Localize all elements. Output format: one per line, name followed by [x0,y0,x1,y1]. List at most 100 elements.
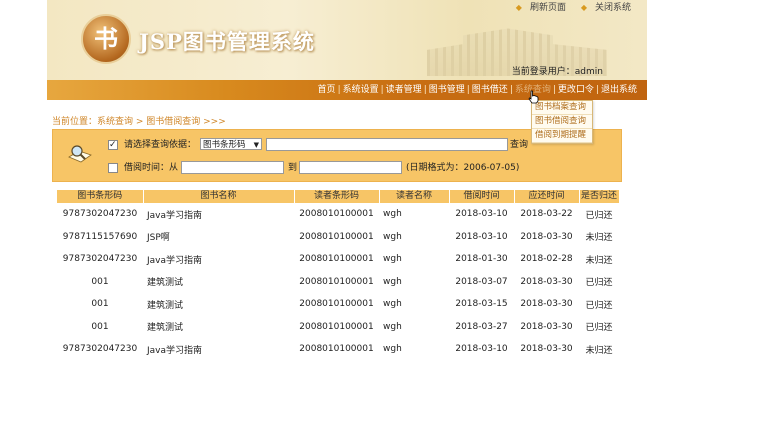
cell-reader-name: wgh [383,276,402,287]
cell-due-date: 2018-03-30 [520,344,573,355]
borrow-records-table: 图书条形码 图书名称 读者条形码 读者名称 借阅时间 应还时间 是否归还 978… [57,190,620,361]
menu-item-due-reminder[interactable]: 借阅到期提醒 [532,129,592,143]
cell-book-barcode: 001 [91,321,109,332]
cell-reader-name: wgh [383,254,402,265]
cell-reader-name: wgh [383,231,402,242]
cell-book-name: Java学习指南 [147,345,203,356]
query-keyword-input[interactable] [266,138,508,151]
table-row: 9787302047230 Java学习指南 2008010100001 wgh… [57,338,619,361]
top-links: ◆ 刷新页面 ◆ 关闭系统 [504,0,631,13]
nav-logout[interactable]: 退出系统 [601,85,637,95]
cell-due-date: 2018-03-30 [520,299,573,310]
nav-home[interactable]: 首页 [318,85,336,95]
table-row: 001 建筑测试 2008010100001 wgh 2018-03-15 20… [57,293,619,316]
app-title: JSP图书管理系统 [139,29,315,54]
cell-reader-name: wgh [383,209,402,220]
menu-item-book-archive-query[interactable]: 图书档案查询 [532,101,592,115]
cell-borrow-date: 2018-03-15 [455,299,508,310]
cell-reader-barcode: 2008010100001 [299,344,374,355]
breadcrumb: 当前位置：系统查询 > 图书借阅查询 >>> [52,117,226,127]
cell-reader-name: wgh [383,321,402,332]
nav-reader-management[interactable]: 读者管理 [386,85,422,95]
table-row: 001 建筑测试 2008010100001 wgh 2018-03-27 20… [57,316,619,339]
cell-borrow-date: 2018-03-07 [455,276,508,287]
cell-reader-name: wgh [383,344,402,355]
col-header-returned: 是否归还 [579,190,620,203]
magnifier-book-icon [67,143,93,168]
table-row: 9787115157690 JSP啊 2008010100001 wgh 201… [57,226,619,249]
col-header-book-name: 图书名称 [143,190,295,203]
cell-book-barcode: 001 [91,299,109,310]
cell-returned: 已归还 [585,278,613,289]
cell-reader-name: wgh [383,299,402,310]
cell-book-barcode: 9787115157690 [62,231,138,242]
cell-due-date: 2018-03-30 [520,321,573,332]
nav-system-settings[interactable]: 系统设置 [343,85,379,95]
nav-book-management[interactable]: 图书管理 [429,85,465,95]
hand-cursor-icon [528,90,539,107]
table-row: 9787302047230 Java学习指南 2008010100001 wgh… [57,248,619,271]
cell-book-barcode: 001 [91,276,109,287]
cell-reader-barcode: 2008010100001 [299,321,374,332]
col-header-borrow-date: 借阅时间 [449,190,515,203]
cell-book-name: JSP啊 [147,233,170,244]
cell-book-name: 建筑测试 [147,323,184,334]
cell-returned: 已归还 [585,300,613,311]
menu-item-book-borrow-query[interactable]: 图书借阅查询 [532,115,592,129]
to-label: 到 [288,163,298,173]
cell-borrow-date: 2018-03-10 [455,231,508,242]
logo-char: 书 [94,24,118,53]
cell-returned: 未归还 [585,233,613,244]
cell-borrow-date: 2018-03-10 [455,209,508,220]
query-dropdown-menu: 图书档案查询 图书借阅查询 借阅到期提醒 [531,100,593,144]
cell-reader-barcode: 2008010100001 [299,231,374,242]
query-basis-label: 请选择查询依据： [124,140,197,150]
pin-icon: ◆ [580,3,587,12]
cell-due-date: 2018-03-22 [520,209,573,220]
cell-book-name: 建筑测试 [147,278,184,289]
cell-book-name: Java学习指南 [147,255,203,266]
col-header-reader-barcode: 读者条形码 [294,190,380,203]
cell-book-name: Java学习指南 [147,210,203,221]
col-header-due-date: 应还时间 [514,190,580,203]
borrow-start-date-input[interactable] [181,161,284,174]
col-header-book-barcode: 图书条形码 [57,190,144,203]
col-header-reader-name: 读者名称 [379,190,450,203]
cell-due-date: 2018-02-28 [520,254,573,265]
borrow-time-label: 借阅时间：从 [124,163,179,173]
cell-book-barcode: 9787302047230 [62,344,138,355]
table-header-row: 图书条形码 图书名称 读者条形码 读者名称 借阅时间 应还时间 是否归还 [57,190,620,203]
cell-reader-barcode: 2008010100001 [299,276,374,287]
nav-book-borrow-return[interactable]: 图书借还 [472,85,508,95]
query-button[interactable]: 查询 [510,138,528,152]
nav-menu: 首页 | 系统设置 | 读者管理 | 图书管理 | 图书借还 | 系统查询 | 更改口令 | 退出系统 [317,85,637,95]
table-row: 001 建筑测试 2008010100001 wgh 2018-03-07 20… [57,271,619,294]
query-field-select[interactable]: 图书条形码 ▼ [200,138,262,150]
cell-book-name: 建筑测试 [147,300,184,311]
query-basis-checkbox[interactable] [108,138,118,152]
page: 书 JSP图书管理系统 ◆ 刷新页面 ◆ 关闭系统 当前登录用户：admin 首页 |… [47,0,647,433]
borrow-time-checkbox[interactable] [108,162,118,173]
cell-reader-barcode: 2008010100001 [299,254,374,265]
chevron-down-icon: ▼ [253,141,259,149]
close-system-link[interactable]: ◆ 关闭系统 [575,3,631,13]
cell-reader-barcode: 2008010100001 [299,209,374,220]
nav-bar: 首页 | 系统设置 | 读者管理 | 图书管理 | 图书借还 | 系统查询 | 更改口令 | 退出系统 [47,80,647,100]
date-format-hint: (日期格式为：2006-07-05) [406,163,520,173]
borrow-end-date-input[interactable] [299,161,402,174]
cell-borrow-date: 2018-03-27 [455,321,508,332]
cell-returned: 已归还 [585,323,613,334]
cell-reader-barcode: 2008010100001 [299,299,374,310]
header-banner: 书 JSP图书管理系统 ◆ 刷新页面 ◆ 关闭系统 当前登录用户：admin [47,0,647,80]
refresh-page-link[interactable]: ◆ 刷新页面 [510,3,566,13]
cell-borrow-date: 2018-03-10 [455,344,508,355]
pin-icon: ◆ [515,3,522,12]
cell-due-date: 2018-03-30 [520,276,573,287]
cell-returned: 未归还 [585,255,613,266]
cell-borrow-date: 2018-01-30 [455,254,508,265]
borrow-time-row: 借阅时间：从 到 (日期格式为：2006-07-05) [108,161,519,175]
logo: 书 [81,14,131,64]
table-row: 9787302047230 Java学习指南 2008010100001 wgh… [57,203,619,226]
cell-due-date: 2018-03-30 [520,231,573,242]
nav-change-password[interactable]: 更改口令 [558,85,594,95]
